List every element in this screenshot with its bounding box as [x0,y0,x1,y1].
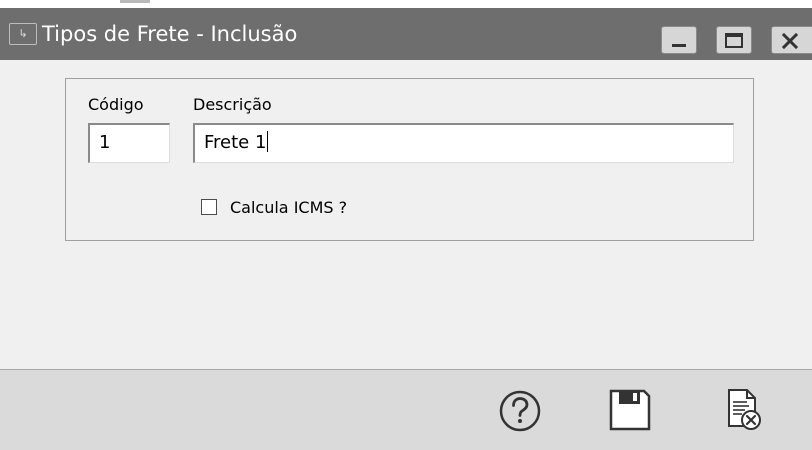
descricao-label: Descrição [193,95,272,114]
save-button[interactable] [606,386,654,434]
cancel-document-icon [728,389,761,430]
close-button[interactable] [771,26,812,54]
close-icon [781,32,799,50]
codigo-value: 1 [99,132,111,153]
help-icon [499,390,541,432]
maximize-icon [725,33,743,48]
app-window-icon[interactable]: ↳ [9,23,37,45]
codigo-field[interactable]: 1 [88,123,170,163]
descricao-field[interactable]: Frete 1 [193,123,734,163]
cancel-button[interactable] [720,386,768,434]
help-button[interactable] [496,386,544,434]
text-caret [267,131,269,152]
calcula-icms-label[interactable]: Calcula ICMS ? [230,198,347,218]
window-top-edge [0,0,812,8]
minimize-icon [672,44,686,47]
minimize-button[interactable] [661,26,697,54]
maximize-button[interactable] [716,26,752,54]
descricao-value: Frete 1 [204,132,267,153]
top-edge-mark [120,0,150,3]
title-bar[interactable]: ↳ Tipos de Frete - Inclusão [0,8,812,60]
dialog-window: ↳ Tipos de Frete - Inclusão Código Descr… [0,0,812,450]
calcula-icms-checkbox[interactable] [201,199,217,215]
codigo-label: Código [88,95,144,114]
save-icon [609,389,651,431]
footer-toolbar [0,370,812,450]
window-title: Tipos de Frete - Inclusão [42,22,298,46]
